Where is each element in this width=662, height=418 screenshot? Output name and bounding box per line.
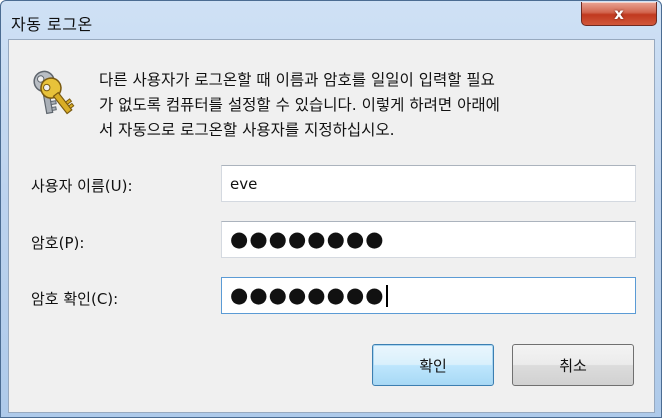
confirm-password-value: ●●●●●●●● xyxy=(230,283,385,307)
password-label: 암호(P): xyxy=(31,234,85,252)
confirm-password-label: 암호 확인(C): xyxy=(31,290,119,308)
instruction-line: 서 자동으로 로그온할 사용자를 지정하십시오. xyxy=(99,121,395,139)
username-value: eve xyxy=(230,174,258,193)
ok-button[interactable]: 확인 xyxy=(372,344,494,386)
keys-icon xyxy=(33,70,75,115)
window-title: 자동 로그온 xyxy=(11,15,93,34)
instruction-text: 다른 사용자가 로그온할 때 이름과 암호를 일일이 입력할 필요 가 없도록 … xyxy=(99,68,639,143)
instruction-line: 다른 사용자가 로그온할 때 이름과 암호를 일일이 입력할 필요 xyxy=(99,71,495,89)
dialog-body: 다른 사용자가 로그온할 때 이름과 암호를 일일이 입력할 필요 가 없도록 … xyxy=(8,39,655,413)
title-bar[interactable]: 자동 로그온 x xyxy=(1,1,661,41)
text-caret xyxy=(385,284,388,307)
close-button[interactable]: x xyxy=(581,2,657,26)
password-value: ●●●●●●●● xyxy=(230,227,385,251)
confirm-password-field[interactable]: ●●●●●●●● xyxy=(221,277,636,314)
username-field[interactable]: eve xyxy=(221,165,636,202)
password-field[interactable]: ●●●●●●●● xyxy=(221,221,636,258)
cancel-button[interactable]: 취소 xyxy=(512,344,634,386)
username-label: 사용자 이름(U): xyxy=(31,177,133,195)
close-icon: x xyxy=(614,4,624,23)
instruction-line: 가 없도록 컴퓨터를 설정할 수 있습니다. 이렇게 하려면 아래에 xyxy=(99,96,500,114)
auto-logon-dialog: 자동 로그온 x 다른 사용자가 로그온할 때 이름과 암호를 일일이 입력할 … xyxy=(0,0,662,418)
